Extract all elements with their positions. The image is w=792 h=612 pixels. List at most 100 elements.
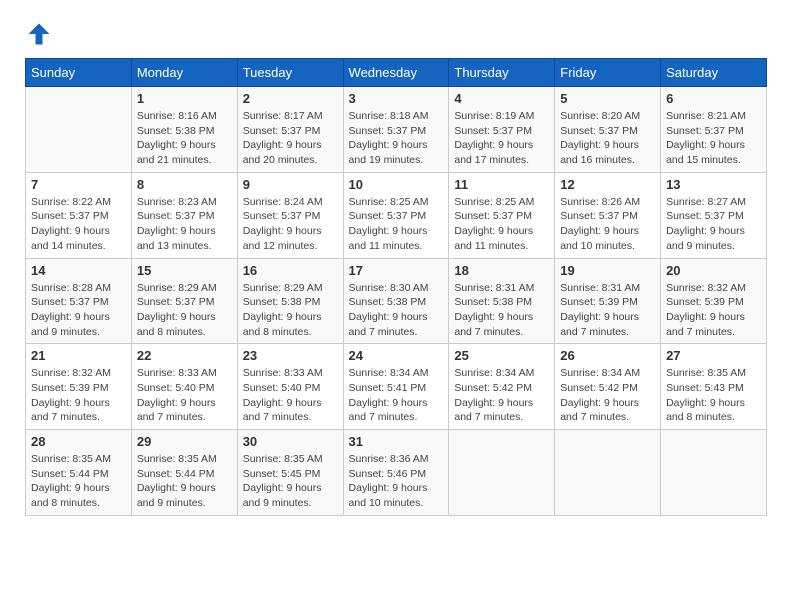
- day-info: Sunrise: 8:31 AM: [454, 281, 549, 296]
- day-info: Sunset: 5:37 PM: [560, 209, 655, 224]
- day-info: Daylight: 9 hours: [31, 396, 126, 411]
- day-info: Sunrise: 8:34 AM: [560, 366, 655, 381]
- day-info: and 10 minutes.: [349, 496, 444, 511]
- calendar-cell: 3Sunrise: 8:18 AMSunset: 5:37 PMDaylight…: [343, 87, 449, 173]
- calendar-cell: 31Sunrise: 8:36 AMSunset: 5:46 PMDayligh…: [343, 430, 449, 516]
- day-number: 2: [243, 91, 338, 106]
- logo-icon: [25, 20, 53, 48]
- day-info: Daylight: 9 hours: [137, 224, 232, 239]
- day-info: Sunrise: 8:35 AM: [31, 452, 126, 467]
- day-info: Sunrise: 8:29 AM: [243, 281, 338, 296]
- day-number: 6: [666, 91, 761, 106]
- day-info: and 9 minutes.: [31, 325, 126, 340]
- day-info: Sunset: 5:37 PM: [31, 209, 126, 224]
- day-info: and 7 minutes.: [349, 325, 444, 340]
- calendar-cell: 30Sunrise: 8:35 AMSunset: 5:45 PMDayligh…: [237, 430, 343, 516]
- day-info: and 7 minutes.: [560, 325, 655, 340]
- header-thursday: Thursday: [449, 59, 555, 87]
- day-number: 16: [243, 263, 338, 278]
- day-number: 30: [243, 434, 338, 449]
- day-info: Daylight: 9 hours: [137, 310, 232, 325]
- header-saturday: Saturday: [661, 59, 767, 87]
- day-info: Sunrise: 8:32 AM: [666, 281, 761, 296]
- day-info: Daylight: 9 hours: [243, 310, 338, 325]
- day-info: Sunrise: 8:24 AM: [243, 195, 338, 210]
- day-number: 12: [560, 177, 655, 192]
- day-info: and 10 minutes.: [560, 239, 655, 254]
- day-info: Daylight: 9 hours: [454, 396, 549, 411]
- day-info: Sunset: 5:37 PM: [349, 124, 444, 139]
- calendar-cell: 15Sunrise: 8:29 AMSunset: 5:37 PMDayligh…: [131, 258, 237, 344]
- day-info: Daylight: 9 hours: [560, 310, 655, 325]
- day-info: Sunset: 5:37 PM: [560, 124, 655, 139]
- day-info: Sunrise: 8:18 AM: [349, 109, 444, 124]
- day-info: Sunrise: 8:35 AM: [243, 452, 338, 467]
- calendar-cell: 29Sunrise: 8:35 AMSunset: 5:44 PMDayligh…: [131, 430, 237, 516]
- day-info: Daylight: 9 hours: [137, 396, 232, 411]
- header-sunday: Sunday: [26, 59, 132, 87]
- day-info: Daylight: 9 hours: [243, 224, 338, 239]
- day-number: 29: [137, 434, 232, 449]
- day-info: Sunset: 5:37 PM: [666, 124, 761, 139]
- calendar-cell: 19Sunrise: 8:31 AMSunset: 5:39 PMDayligh…: [555, 258, 661, 344]
- calendar-table: SundayMondayTuesdayWednesdayThursdayFrid…: [25, 58, 767, 516]
- day-info: Sunrise: 8:26 AM: [560, 195, 655, 210]
- day-info: Daylight: 9 hours: [349, 138, 444, 153]
- day-info: Sunrise: 8:28 AM: [31, 281, 126, 296]
- day-info: and 9 minutes.: [137, 496, 232, 511]
- day-info: Sunset: 5:37 PM: [137, 209, 232, 224]
- calendar-cell: 27Sunrise: 8:35 AMSunset: 5:43 PMDayligh…: [661, 344, 767, 430]
- calendar-cell: 7Sunrise: 8:22 AMSunset: 5:37 PMDaylight…: [26, 172, 132, 258]
- day-number: 1: [137, 91, 232, 106]
- calendar-cell: 11Sunrise: 8:25 AMSunset: 5:37 PMDayligh…: [449, 172, 555, 258]
- calendar-cell: 16Sunrise: 8:29 AMSunset: 5:38 PMDayligh…: [237, 258, 343, 344]
- header-tuesday: Tuesday: [237, 59, 343, 87]
- day-info: and 13 minutes.: [137, 239, 232, 254]
- day-info: Daylight: 9 hours: [243, 396, 338, 411]
- calendar-cell: 5Sunrise: 8:20 AMSunset: 5:37 PMDaylight…: [555, 87, 661, 173]
- calendar-cell: 1Sunrise: 8:16 AMSunset: 5:38 PMDaylight…: [131, 87, 237, 173]
- day-info: and 19 minutes.: [349, 153, 444, 168]
- header-wednesday: Wednesday: [343, 59, 449, 87]
- day-info: Sunrise: 8:33 AM: [243, 366, 338, 381]
- day-info: Sunset: 5:37 PM: [666, 209, 761, 224]
- calendar-week-2: 7Sunrise: 8:22 AMSunset: 5:37 PMDaylight…: [26, 172, 767, 258]
- day-info: and 12 minutes.: [243, 239, 338, 254]
- day-info: Sunrise: 8:27 AM: [666, 195, 761, 210]
- calendar-cell: [449, 430, 555, 516]
- calendar-cell: 26Sunrise: 8:34 AMSunset: 5:42 PMDayligh…: [555, 344, 661, 430]
- calendar-cell: [555, 430, 661, 516]
- day-number: 25: [454, 348, 549, 363]
- day-info: and 20 minutes.: [243, 153, 338, 168]
- day-info: Daylight: 9 hours: [349, 310, 444, 325]
- calendar-week-4: 21Sunrise: 8:32 AMSunset: 5:39 PMDayligh…: [26, 344, 767, 430]
- day-number: 22: [137, 348, 232, 363]
- day-info: Sunrise: 8:31 AM: [560, 281, 655, 296]
- day-info: Sunrise: 8:30 AM: [349, 281, 444, 296]
- calendar-week-3: 14Sunrise: 8:28 AMSunset: 5:37 PMDayligh…: [26, 258, 767, 344]
- day-info: and 21 minutes.: [137, 153, 232, 168]
- day-info: and 7 minutes.: [137, 410, 232, 425]
- day-number: 9: [243, 177, 338, 192]
- day-info: Sunset: 5:37 PM: [454, 124, 549, 139]
- calendar-cell: [661, 430, 767, 516]
- day-info: and 7 minutes.: [666, 325, 761, 340]
- day-number: 28: [31, 434, 126, 449]
- day-info: Sunrise: 8:29 AM: [137, 281, 232, 296]
- day-number: 4: [454, 91, 549, 106]
- day-info: Sunrise: 8:33 AM: [137, 366, 232, 381]
- day-number: 24: [349, 348, 444, 363]
- day-info: Sunset: 5:44 PM: [31, 467, 126, 482]
- day-number: 17: [349, 263, 444, 278]
- day-info: Daylight: 9 hours: [454, 224, 549, 239]
- day-info: Daylight: 9 hours: [454, 310, 549, 325]
- day-info: Sunset: 5:42 PM: [454, 381, 549, 396]
- day-info: Sunrise: 8:25 AM: [454, 195, 549, 210]
- day-number: 11: [454, 177, 549, 192]
- day-info: Sunset: 5:39 PM: [666, 295, 761, 310]
- day-info: Sunset: 5:38 PM: [349, 295, 444, 310]
- day-info: and 7 minutes.: [349, 410, 444, 425]
- day-info: and 7 minutes.: [243, 410, 338, 425]
- day-info: and 8 minutes.: [243, 325, 338, 340]
- day-info: and 11 minutes.: [454, 239, 549, 254]
